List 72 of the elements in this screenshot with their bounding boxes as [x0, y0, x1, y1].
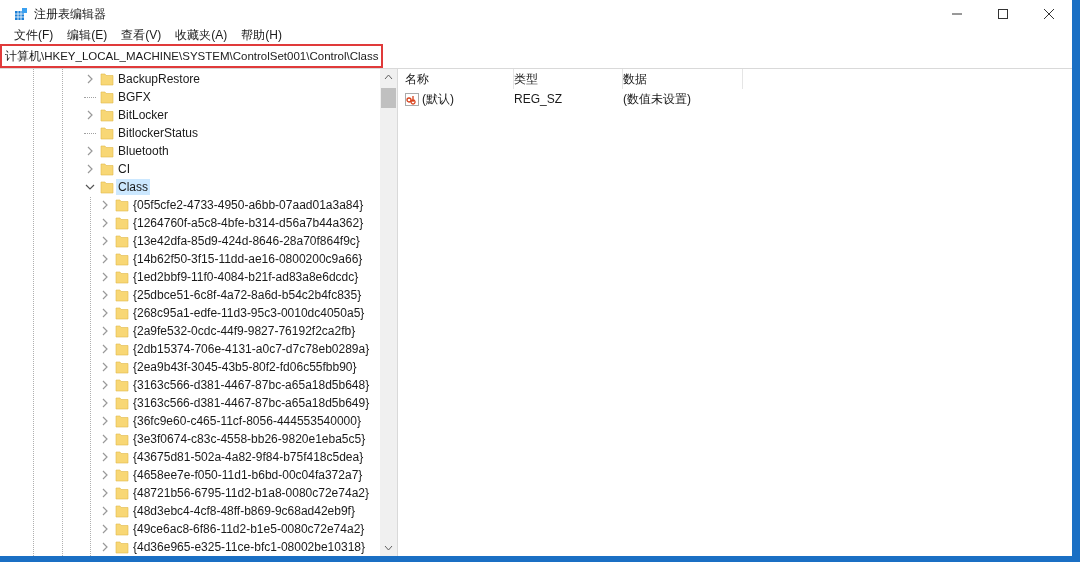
- scroll-thumb[interactable]: [381, 88, 396, 108]
- tree-item[interactable]: Bluetooth: [116, 143, 171, 159]
- tree-item[interactable]: {43675d81-502a-4a82-9f84-b75f418c5dea}: [131, 449, 366, 465]
- maximize-icon: [998, 9, 1008, 19]
- column-header[interactable]: 名称: [405, 70, 429, 88]
- tree-item[interactable]: {3163c566-d381-4467-87bc-a65a18d5b648}: [131, 377, 372, 393]
- folder-icon: [115, 216, 129, 230]
- tree-item[interactable]: {36fc9e60-c465-11cf-8056-444553540000}: [131, 413, 363, 429]
- menu-item[interactable]: 帮助(H): [241, 26, 282, 44]
- tree-item[interactable]: {1264760f-a5c8-4bfe-b314-d56a7b44a362}: [131, 215, 366, 231]
- tree-item[interactable]: {2a9fe532-0cdc-44f9-9827-76192f2ca2fb}: [131, 323, 358, 339]
- folder-icon: [100, 144, 114, 158]
- folder-icon: [115, 540, 129, 554]
- tree-item[interactable]: BackupRestore: [116, 71, 203, 87]
- tree-item[interactable]: {48721b56-6795-11d2-b1a8-0080c72e74a2}: [131, 485, 371, 501]
- folder-icon: [100, 108, 114, 122]
- tree-item[interactable]: CI: [116, 161, 132, 177]
- folder-icon: [115, 432, 129, 446]
- folder-icon: [115, 450, 129, 464]
- folder-icon: [115, 252, 129, 266]
- folder-icon: [115, 306, 129, 320]
- folder-icon: [115, 342, 129, 356]
- folder-icon: [115, 270, 129, 284]
- window-title: 注册表编辑器: [34, 6, 106, 23]
- tree-item[interactable]: {4658ee7e-f050-11d1-b6bd-00c04fa372a7}: [131, 467, 365, 483]
- folder-icon: [100, 72, 114, 86]
- folder-icon: [100, 126, 114, 140]
- folder-icon: [115, 468, 129, 482]
- tree-item[interactable]: {49ce6ac8-6f86-11d2-b1e5-0080c72e74a2}: [131, 521, 367, 537]
- folder-icon: [115, 504, 129, 518]
- column-header[interactable]: 数据: [623, 70, 647, 88]
- menu-item[interactable]: 查看(V): [121, 26, 162, 44]
- folder-icon: [115, 198, 129, 212]
- folder-icon: [100, 180, 114, 194]
- folder-icon: [100, 162, 114, 176]
- tree-item[interactable]: {2db15374-706e-4131-a0c7-d7c78eb0289a}: [131, 341, 372, 357]
- tree-item[interactable]: {14b62f50-3f15-11dd-ae16-0800200c9a66}: [131, 251, 365, 267]
- folder-icon: [115, 486, 129, 500]
- folder-icon: [115, 396, 129, 410]
- value-type: REG_SZ: [514, 91, 563, 108]
- tree-item[interactable]: {4d36e965-e325-11ce-bfc1-08002be10318}: [131, 539, 367, 555]
- tree-item[interactable]: BGFX: [116, 89, 153, 105]
- tree-item[interactable]: {25dbce51-6c8f-4a72-8a6d-b54c2b4fc835}: [131, 287, 364, 303]
- column-header[interactable]: 类型: [514, 70, 538, 88]
- registry-icon: [14, 7, 28, 21]
- close-icon: [1044, 9, 1054, 19]
- folder-icon: [115, 414, 129, 428]
- tree-item[interactable]: {13e42dfa-85d9-424d-8646-28a70f864f9c}: [131, 233, 362, 249]
- folder-icon: [115, 288, 129, 302]
- tree-item[interactable]: BitlockerStatus: [116, 125, 201, 141]
- menu-item[interactable]: 文件(F): [14, 26, 54, 44]
- tree-item[interactable]: {05f5cfe2-4733-4950-a6bb-07aad01a3a84}: [131, 197, 366, 213]
- tree-item[interactable]: {1ed2bbf9-11f0-4084-b21f-ad83a8e6dcdc}: [131, 269, 361, 285]
- folder-icon: [115, 378, 129, 392]
- tree-item[interactable]: {48d3ebc4-4cf8-48ff-b869-9c68ad42eb9f}: [131, 503, 357, 519]
- address-bar[interactable]: 计算机\HKEY_LOCAL_MACHINE\SYSTEM\ControlSet001\Control\Class: [0, 44, 384, 68]
- value-data: (数值未设置): [623, 91, 691, 108]
- folder-icon: [115, 360, 129, 374]
- folder-icon: [115, 522, 129, 536]
- tree-item[interactable]: BitLocker: [116, 107, 171, 123]
- tree-item[interactable]: {2ea9b43f-3045-43b5-80f2-fd06c55fbb90}: [131, 359, 359, 375]
- menu-item[interactable]: 编辑(E): [67, 26, 108, 44]
- tree-item[interactable]: {268c95a1-edfe-11d3-95c3-0010dc4050a5}: [131, 305, 367, 321]
- folder-icon: [100, 90, 114, 104]
- value-name[interactable]: (默认): [422, 90, 454, 108]
- scrollbar[interactable]: [380, 69, 397, 556]
- tree-item[interactable]: {3e3f0674-c83c-4558-bb26-9820e1eba5c5}: [131, 431, 368, 447]
- folder-icon: [115, 234, 129, 248]
- folder-icon: [115, 324, 129, 338]
- menu-item[interactable]: 收藏夹(A): [175, 26, 228, 44]
- tree-item[interactable]: {3163c566-d381-4467-87bc-a65a18d5b649}: [131, 395, 372, 411]
- tree-item[interactable]: Class: [116, 179, 150, 195]
